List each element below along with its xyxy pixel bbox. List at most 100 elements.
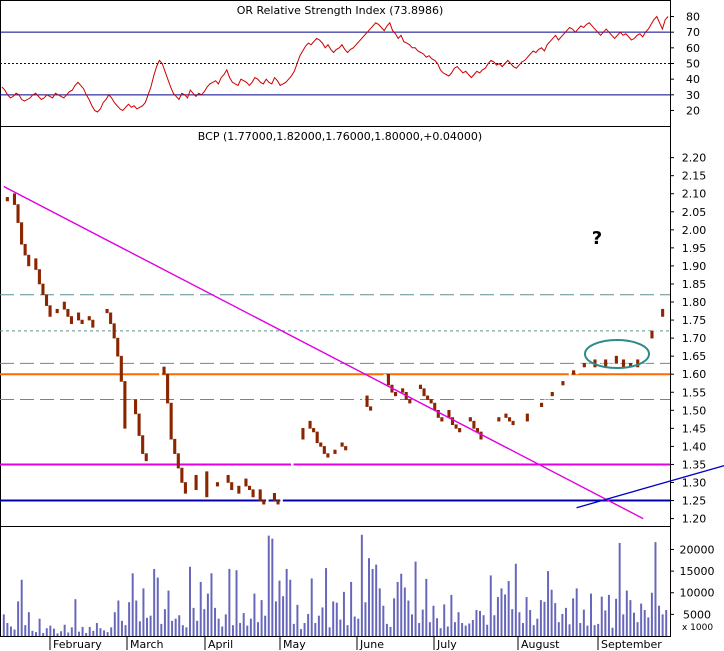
- volume-bar: [264, 615, 267, 636]
- volume-bar: [13, 629, 16, 636]
- candle-body: [37, 269, 41, 285]
- candle-body: [358, 403, 362, 418]
- candle-body: [472, 420, 476, 429]
- volume-tick-label: 20000: [680, 543, 715, 556]
- price-tick-label: 2.20: [682, 152, 707, 165]
- volume-bar: [314, 623, 317, 636]
- volume-bar: [199, 581, 202, 636]
- price-tick-label: 1.45: [682, 422, 707, 435]
- volume-bar: [658, 605, 661, 636]
- candle-body: [565, 377, 568, 386]
- candle-body: [155, 392, 159, 429]
- price-y-axis: 2.20 2.15 2.10 2.05 2.00 1.95 1.90 1.85 1.80 1.75…: [670, 152, 706, 526]
- volume-bar: [453, 622, 456, 636]
- candle-body: [234, 486, 237, 490]
- candle-body: [490, 421, 493, 425]
- candle-body: [119, 355, 123, 382]
- candle-body: [183, 482, 187, 494]
- candle-body: [319, 442, 323, 447]
- volume-bar: [310, 578, 313, 636]
- price-tick-label: 2.15: [682, 170, 707, 183]
- candle-body: [408, 399, 412, 404]
- volume-bar: [521, 623, 524, 636]
- candle-body: [247, 485, 252, 491]
- question-mark: ?: [592, 228, 602, 249]
- candle-body: [95, 323, 98, 328]
- volume-bar: [181, 625, 184, 636]
- volume-bar: [364, 602, 367, 636]
- rsi-guide-lines: [0, 31, 670, 96]
- candle-body: [116, 337, 120, 357]
- volume-bar: [120, 620, 123, 636]
- candle-body: [52, 309, 55, 317]
- trendlines: [3, 185, 724, 520]
- rsi-tick-label: 40: [686, 73, 700, 86]
- volume-bar: [475, 610, 478, 636]
- candle-body: [458, 428, 462, 433]
- volume-bar: [511, 609, 514, 636]
- volume-bar: [611, 627, 614, 636]
- volume-bar: [450, 594, 453, 636]
- candle-body: [12, 193, 17, 205]
- volume-bar: [67, 632, 70, 636]
- candle-body: [515, 421, 518, 425]
- candle-body: [34, 258, 38, 270]
- price-panel: ? BCP (1.77000,1.82000,1.76000,1.80000,+…: [0, 130, 724, 526]
- candle-body: [618, 359, 622, 364]
- volume-bar: [496, 597, 499, 636]
- volume-bar: [525, 597, 528, 636]
- candle-body: [650, 330, 654, 339]
- candle-body: [80, 319, 84, 324]
- candle-body: [130, 399, 134, 418]
- volume-bar: [27, 612, 30, 636]
- rsi-y-axis: 80 70 60 50 40 30 20: [670, 11, 700, 117]
- candle-body: [41, 283, 45, 296]
- volume-y-axis: 20000 15000 10000 5000: [670, 543, 715, 621]
- candle-body: [344, 446, 348, 451]
- month-label: July: [436, 638, 457, 651]
- volume-bar: [564, 607, 567, 636]
- volume-bar: [436, 618, 439, 636]
- volume-bar: [647, 617, 650, 636]
- volume-bar: [307, 613, 310, 636]
- candle-body: [440, 417, 444, 422]
- volume-bar: [9, 626, 12, 636]
- candle-body: [87, 316, 91, 321]
- candle-body: [365, 395, 369, 407]
- candle-body: [661, 308, 665, 317]
- candle-body: [137, 413, 141, 436]
- candle-body: [59, 302, 63, 313]
- volume-bar: [260, 600, 263, 636]
- volume-bar: [643, 610, 646, 636]
- candle-body: [169, 402, 173, 440]
- price-title: BCP (1.77000,1.82000,1.76000,1.80000,+0.…: [198, 130, 482, 143]
- candle-body: [198, 482, 201, 490]
- candle-body: [272, 493, 277, 501]
- month-label: September: [601, 638, 662, 651]
- volume-bar: [600, 596, 603, 636]
- candle-body: [266, 496, 269, 505]
- volume-bar: [439, 628, 442, 636]
- volume-bar: [432, 605, 435, 636]
- volume-bar: [74, 599, 77, 636]
- volume-bar: [339, 619, 342, 636]
- candle-body: [536, 403, 540, 411]
- rsi-tick-label: 50: [686, 58, 700, 71]
- volume-bar: [607, 594, 610, 636]
- candle-body: [127, 417, 130, 429]
- volume-bar: [178, 615, 181, 636]
- month-label: May: [283, 638, 306, 651]
- volume-bar: [221, 626, 224, 636]
- candle-body: [162, 366, 166, 375]
- month-label: March: [130, 638, 164, 651]
- candle-body: [447, 409, 451, 418]
- candle-body: [664, 302, 668, 317]
- volume-bar: [192, 607, 195, 636]
- volume-bar: [206, 593, 209, 636]
- volume-bar: [156, 577, 159, 636]
- volume-bar: [471, 619, 474, 636]
- candle-body: [301, 428, 305, 440]
- volume-bar: [403, 587, 406, 636]
- candle-body: [429, 399, 433, 404]
- volume-bar: [457, 612, 460, 636]
